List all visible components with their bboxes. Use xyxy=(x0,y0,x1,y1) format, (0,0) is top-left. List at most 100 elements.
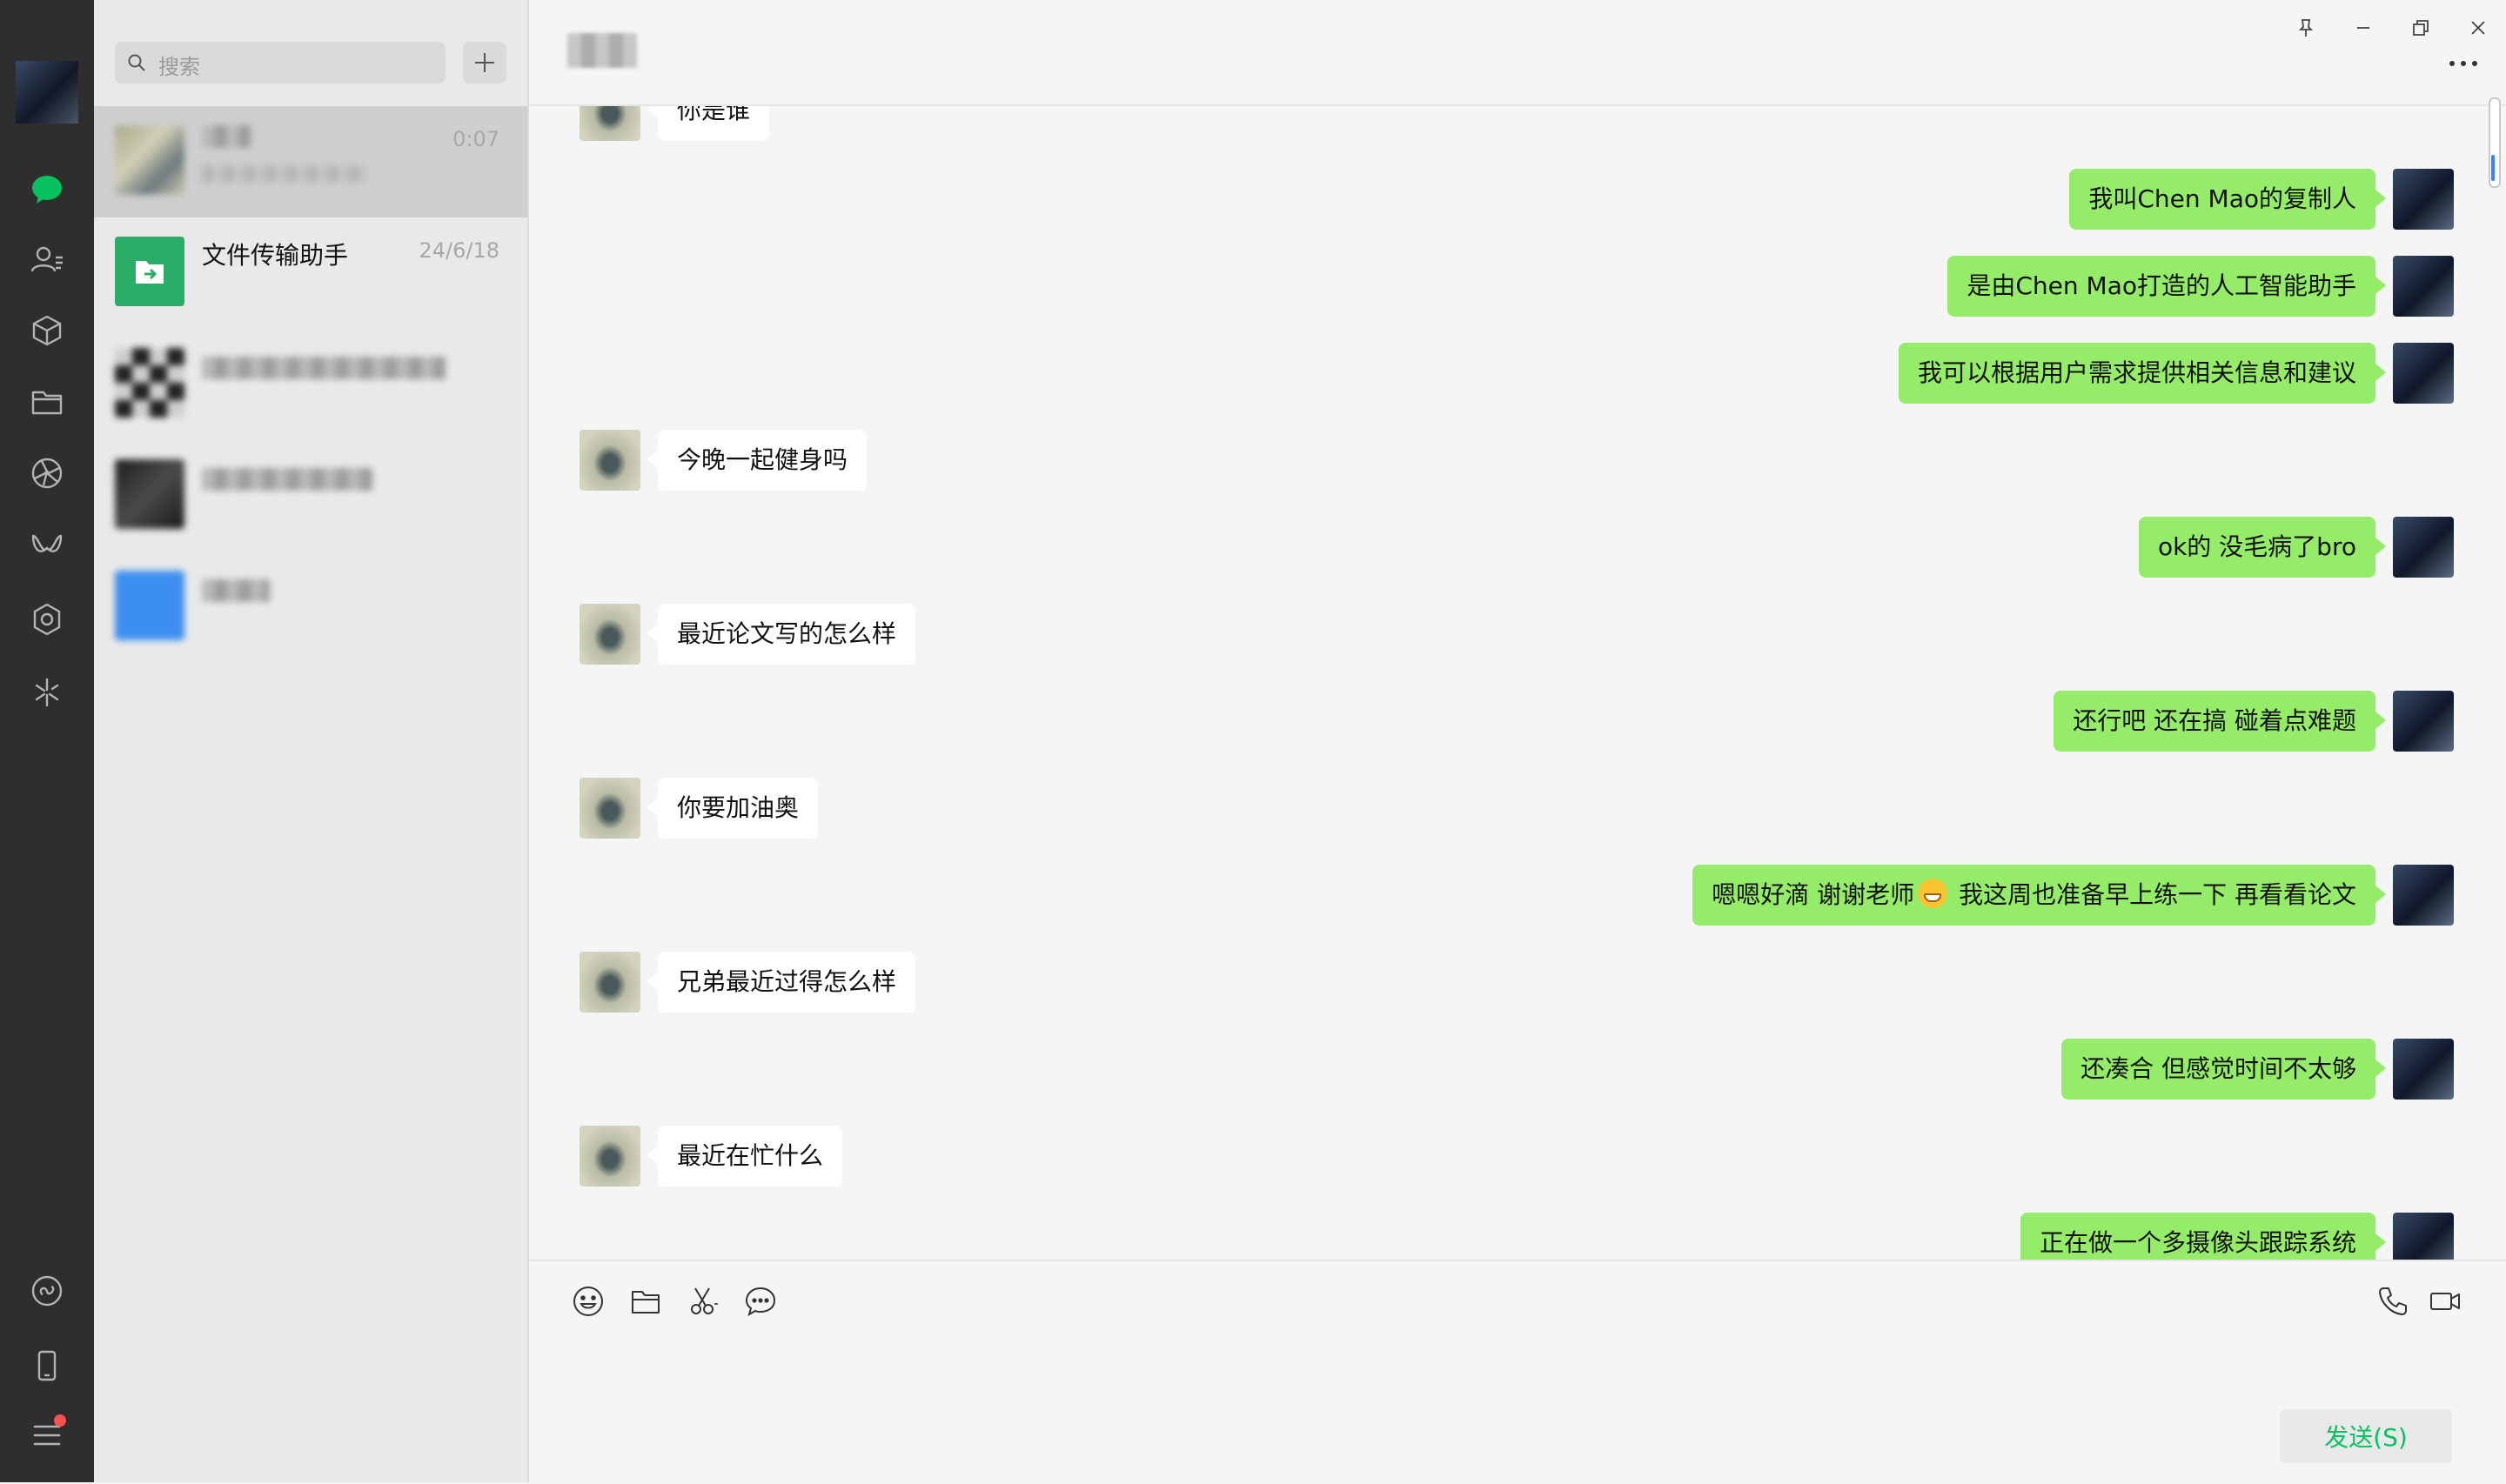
pin-button[interactable] xyxy=(2287,9,2325,47)
screenshot-button[interactable] xyxy=(682,1280,724,1322)
notification-dot xyxy=(54,1414,66,1427)
message-scrollbar[interactable] xyxy=(2489,97,2501,188)
session-time: 0:07 xyxy=(452,127,499,151)
minimize-button[interactable] xyxy=(2344,9,2382,47)
message-bubble[interactable]: 你是谁 xyxy=(647,106,770,141)
nav-sidebar xyxy=(0,0,94,1482)
my-message-avatar[interactable] xyxy=(2393,1213,2454,1260)
my-message-avatar[interactable] xyxy=(2393,1039,2454,1100)
contact-avatar[interactable] xyxy=(580,430,640,491)
session-item[interactable] xyxy=(94,551,527,663)
message-bubble[interactable]: ok的 没毛病了bro xyxy=(2138,517,2387,578)
scissors-icon xyxy=(691,1287,718,1314)
message-bubble[interactable]: 今晚一起健身吗 xyxy=(647,430,868,491)
chat-icon[interactable] xyxy=(26,169,68,211)
contact-avatar[interactable] xyxy=(580,778,640,839)
session-list-panel: 搜索 0:07 文件传输助手 24/6/18 xyxy=(94,0,529,1482)
search-icon xyxy=(128,54,145,71)
session-item[interactable] xyxy=(94,440,527,551)
contact-avatar[interactable] xyxy=(580,1126,640,1187)
message-bubble[interactable]: 最近在忙什么 xyxy=(647,1126,843,1187)
send-file-button[interactable] xyxy=(625,1280,667,1322)
phone-icon[interactable] xyxy=(26,1345,68,1387)
more-button[interactable] xyxy=(2442,50,2485,77)
message-bubble[interactable]: 你要加油奥 xyxy=(647,778,819,839)
video-call-icon xyxy=(2430,1293,2460,1310)
chat-history-button[interactable] xyxy=(740,1280,781,1322)
message-bubble[interactable]: 嗯嗯好滴 谢谢老师 我这周也准备早上练一下 再看看论文 xyxy=(1692,865,2386,926)
my-message-avatar[interactable] xyxy=(2393,343,2454,404)
menu-icon[interactable] xyxy=(26,1414,68,1456)
session-time: 24/6/18 xyxy=(419,238,499,263)
message-bubble[interactable]: 还凑合 但感觉时间不太够 xyxy=(2061,1039,2386,1100)
contact-avatar[interactable] xyxy=(580,604,640,665)
session-name xyxy=(202,357,446,379)
session-name xyxy=(202,579,270,602)
file-transfer-icon xyxy=(136,261,164,284)
message-bubble[interactable]: 我叫Chen Mao的复制人 xyxy=(2069,169,2386,230)
my-message-avatar[interactable] xyxy=(2393,865,2454,926)
pin-icon xyxy=(2298,19,2314,37)
folder-icon xyxy=(632,1291,660,1314)
composer: 发送(S) xyxy=(529,1260,2506,1484)
my-message-avatar[interactable] xyxy=(2393,169,2454,230)
my-message-avatar[interactable] xyxy=(2393,256,2454,317)
chat-bubble-icon xyxy=(745,1287,776,1317)
contact-avatar[interactable] xyxy=(580,106,640,141)
add-button[interactable] xyxy=(463,42,506,84)
emoji-button[interactable] xyxy=(567,1280,609,1322)
session-item[interactable] xyxy=(94,329,527,440)
close-button[interactable] xyxy=(2459,9,2497,47)
send-button[interactable]: 发送(S) xyxy=(2280,1409,2452,1463)
message-bubble[interactable]: 最近论文写的怎么样 xyxy=(647,604,916,665)
search-discover-icon[interactable] xyxy=(26,672,68,713)
search-box[interactable]: 搜索 xyxy=(115,42,446,84)
restore-icon xyxy=(2413,20,2429,36)
chat-window: 你是谁 我叫Chen Mao的复制人 是由Chen Mao打造的人工智能助手 我… xyxy=(529,0,2506,1482)
scrollbar-thumb[interactable] xyxy=(2491,155,2495,181)
message-text-part: 嗯嗯好滴 谢谢老师 xyxy=(1712,880,1915,909)
session-avatar xyxy=(115,348,184,418)
file-transfer-avatar xyxy=(115,237,184,306)
voice-call-button[interactable] xyxy=(2372,1280,2414,1322)
more-icon xyxy=(2449,61,2477,66)
message-bubble[interactable]: 是由Chen Mao打造的人工智能助手 xyxy=(1947,256,2386,317)
session-item-file-transfer[interactable]: 文件传输助手 24/6/18 xyxy=(94,217,527,329)
contacts-icon[interactable] xyxy=(26,238,68,280)
message-input[interactable] xyxy=(567,1336,2398,1435)
session-name: 文件传输助手 xyxy=(202,241,349,270)
session-item[interactable]: 0:07 xyxy=(94,106,527,217)
mini-programs-icon[interactable] xyxy=(26,598,68,640)
chat-title xyxy=(567,33,637,68)
grin-emoji-icon xyxy=(1918,879,1948,908)
message-bubble[interactable]: 兄弟最近过得怎么样 xyxy=(647,952,916,1013)
my-message-avatar[interactable] xyxy=(2393,691,2454,752)
message-text-part: 我这周也准备早上练一下 再看看论文 xyxy=(1951,880,2356,909)
plus-icon xyxy=(475,53,494,72)
session-avatar xyxy=(115,125,184,195)
close-icon xyxy=(2471,21,2485,35)
my-avatar[interactable] xyxy=(16,61,78,124)
minimize-icon xyxy=(2357,27,2369,29)
channels-icon[interactable] xyxy=(26,525,68,567)
restore-button[interactable] xyxy=(2402,9,2440,47)
chat-header xyxy=(529,0,2506,106)
moments-icon[interactable] xyxy=(26,452,68,494)
favorites-icon[interactable] xyxy=(26,310,68,351)
search-input[interactable]: 搜索 xyxy=(158,50,200,80)
message-bubble[interactable]: 我可以根据用户需求提供相关信息和建议 xyxy=(1898,343,2387,404)
video-call-button[interactable] xyxy=(2424,1280,2466,1322)
emoji-icon xyxy=(573,1287,603,1316)
session-avatar xyxy=(115,571,184,640)
contact-avatar[interactable] xyxy=(580,952,640,1013)
my-message-avatar[interactable] xyxy=(2393,517,2454,578)
session-name xyxy=(202,125,251,148)
message-bubble[interactable]: 正在做一个多摄像头跟踪系统 xyxy=(2020,1213,2387,1260)
message-list[interactable]: 你是谁 我叫Chen Mao的复制人 是由Chen Mao打造的人工智能助手 我… xyxy=(529,106,2506,1260)
message-bubble[interactable]: 还行吧 还在搞 碰着点难题 xyxy=(2054,691,2386,752)
session-avatar xyxy=(115,459,184,529)
mini-program-panel-icon[interactable] xyxy=(26,1270,68,1312)
phone-call-icon xyxy=(2379,1287,2407,1315)
folder-icon[interactable] xyxy=(26,381,68,423)
session-last-message xyxy=(202,165,367,183)
